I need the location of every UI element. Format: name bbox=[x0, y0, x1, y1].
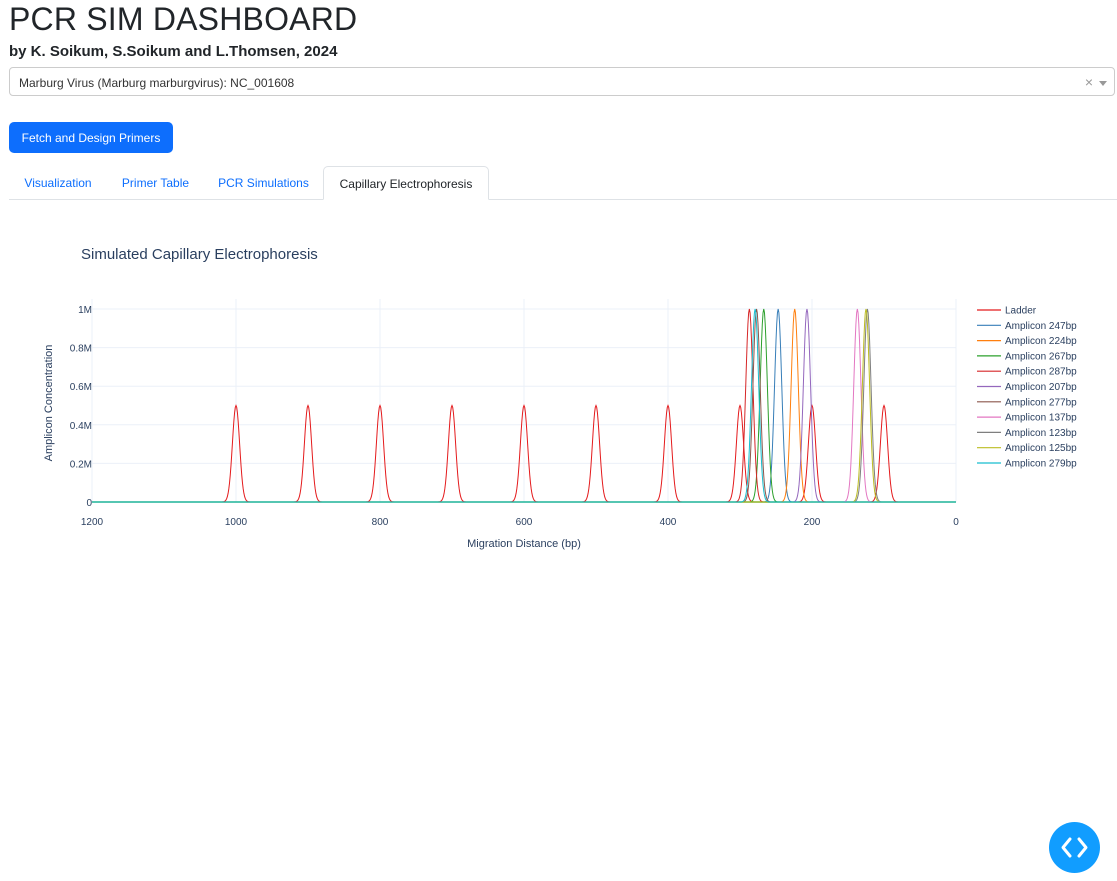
y-axis-label: Amplicon Concentration bbox=[43, 345, 55, 462]
chart-legend: Ladder Amplicon 247bp Amplicon 224bp Amplic… bbox=[977, 306, 1077, 470]
x-tick-label: 0 bbox=[953, 517, 959, 528]
tab-capillary-electrophoresis[interactable]: Capillary Electrophoresis bbox=[323, 166, 489, 200]
legend-item-label[interactable]: Ladder bbox=[1005, 306, 1037, 317]
fetch-design-primers-button[interactable]: Fetch and Design Primers bbox=[9, 122, 173, 153]
x-tick-label: 800 bbox=[372, 517, 389, 528]
legend-item-label[interactable]: Amplicon 123bp bbox=[1005, 428, 1077, 439]
tab-primer-table[interactable]: Primer Table bbox=[107, 166, 204, 200]
virus-select-dropdown[interactable]: Marburg Virus (Marburg marburgvirus): NC… bbox=[9, 67, 1115, 96]
legend-item-label[interactable]: Amplicon 207bp bbox=[1005, 382, 1077, 393]
code-icon bbox=[1061, 837, 1088, 858]
tab-bar: Visualization Primer Table PCR Simulatio… bbox=[9, 166, 1117, 200]
y-tick-label: 1M bbox=[78, 305, 92, 316]
debug-menu-button[interactable] bbox=[1049, 822, 1100, 873]
chevron-down-icon[interactable] bbox=[1099, 81, 1107, 86]
y-tick-label: 0 bbox=[86, 498, 92, 509]
y-tick-label: 0.4M bbox=[70, 421, 92, 432]
legend-item-label[interactable]: Amplicon 137bp bbox=[1005, 413, 1077, 424]
clear-icon[interactable]: × bbox=[1085, 74, 1093, 90]
tab-pcr-simulations[interactable]: PCR Simulations bbox=[204, 166, 323, 200]
legend-item-label[interactable]: Amplicon 277bp bbox=[1005, 397, 1077, 408]
authors-subtitle: by K. Soikum, S.Soikum and L.Thomsen, 20… bbox=[9, 43, 338, 60]
tab-visualization[interactable]: Visualization bbox=[9, 166, 107, 200]
legend-item-label[interactable]: Amplicon 247bp bbox=[1005, 321, 1077, 332]
y-tick-label: 0.2M bbox=[70, 459, 92, 470]
y-tick-label: 0.6M bbox=[70, 382, 92, 393]
electrophoresis-chart: Simulated Capillary Electrophoresis 1200… bbox=[43, 246, 1077, 550]
x-tick-label: 200 bbox=[804, 517, 821, 528]
x-tick-label: 600 bbox=[516, 517, 533, 528]
page-title: PCR SIM DASHBOARD bbox=[9, 1, 358, 37]
x-tick-label: 1000 bbox=[225, 517, 248, 528]
x-axis-label: Migration Distance (bp) bbox=[467, 538, 581, 550]
chart-title: Simulated Capillary Electrophoresis bbox=[81, 246, 318, 263]
legend-item-label[interactable]: Amplicon 125bp bbox=[1005, 443, 1077, 454]
x-tick-label: 400 bbox=[660, 517, 677, 528]
x-tick-label: 1200 bbox=[81, 517, 104, 528]
legend-item-label[interactable]: Amplicon 279bp bbox=[1005, 459, 1077, 470]
y-tick-label: 0.8M bbox=[70, 344, 92, 355]
virus-select-value: Marburg Virus (Marburg marburgvirus): NC… bbox=[19, 76, 295, 90]
legend-item-label[interactable]: Amplicon 267bp bbox=[1005, 351, 1077, 362]
legend-item-label[interactable]: Amplicon 287bp bbox=[1005, 367, 1077, 378]
legend-item-label[interactable]: Amplicon 224bp bbox=[1005, 336, 1077, 347]
